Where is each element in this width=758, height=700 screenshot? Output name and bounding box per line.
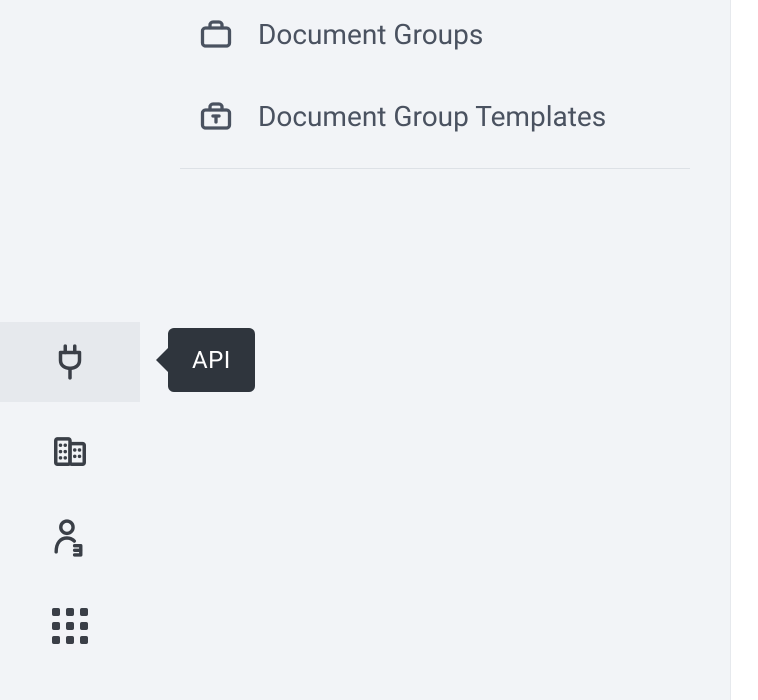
main-panel: Document Groups Document Group Templates… — [140, 0, 758, 700]
user-role-icon — [51, 518, 89, 558]
template-briefcase-icon — [196, 96, 236, 136]
menu-item-label: Document Group Templates — [258, 100, 606, 133]
rail-item-apps-grid[interactable] — [0, 586, 140, 666]
sidebar-rail — [0, 0, 140, 700]
briefcase-icon — [196, 14, 236, 54]
rail-item-user-role[interactable] — [0, 498, 140, 578]
rail-item-organization[interactable] — [0, 410, 140, 490]
plug-icon — [51, 343, 89, 381]
menu-item-label: Document Groups — [258, 18, 483, 51]
apps-grid-icon — [52, 608, 88, 644]
right-panel-edge — [730, 0, 758, 700]
buildings-icon — [51, 431, 89, 469]
tooltip-api: API — [168, 328, 255, 392]
menu-item-document-group-templates[interactable]: Document Group Templates — [180, 84, 690, 148]
menu-item-document-groups[interactable]: Document Groups — [180, 2, 690, 66]
tooltip-label: API — [192, 346, 231, 374]
app-layout: Document Groups Document Group Templates… — [0, 0, 758, 700]
menu-divider — [180, 168, 690, 169]
rail-item-api[interactable] — [0, 322, 140, 402]
menu-list: Document Groups Document Group Templates — [180, 0, 690, 169]
